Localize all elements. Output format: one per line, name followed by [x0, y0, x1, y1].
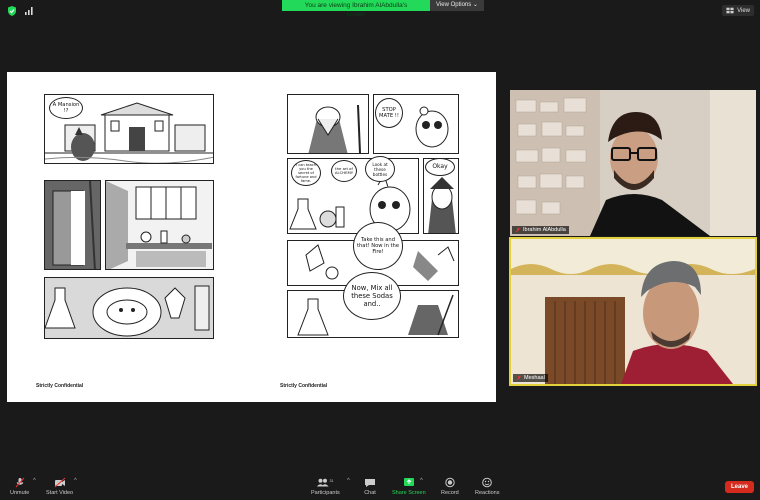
- svg-text:31: 31: [330, 479, 334, 483]
- participant-name: Meshaal: [524, 375, 545, 381]
- participant-name-tag: Ibrahim AlAbdulla: [512, 226, 569, 234]
- reactions-label: Reactions: [475, 490, 500, 496]
- audio-options-caret[interactable]: ^: [33, 478, 36, 484]
- speech-bubble-mansion: A Mansion !?: [49, 97, 83, 119]
- view-options-label: View Options: [436, 2, 472, 8]
- share-options-caret[interactable]: ^: [420, 478, 423, 484]
- view-options-button[interactable]: View Options ⌄: [430, 0, 484, 11]
- video-feed-ibrahim: [510, 90, 756, 236]
- speech-bubble-stop-mate: STOP MATE !!: [375, 98, 403, 128]
- lab-interior-illustration: [106, 181, 213, 269]
- participant-tile-meshaal[interactable]: Meshaal: [509, 237, 757, 386]
- speech-bubble-mix-sodas: Now, Mix all these Sodas and..: [343, 272, 401, 320]
- leave-meeting-button[interactable]: Leave: [724, 481, 754, 493]
- participants-button[interactable]: 31 Participants: [311, 477, 340, 496]
- shared-screen-document[interactable]: A Mansion !? Strictly Confidential STOP …: [7, 72, 496, 402]
- participant-name: Ibrahim AlAbdulla: [523, 227, 566, 233]
- reactions-button[interactable]: Reactions: [475, 477, 499, 496]
- speech-bubble-look: Look at these bottles: [365, 156, 395, 182]
- share-screen-icon: [403, 478, 414, 486]
- chat-icon: [365, 479, 375, 487]
- video-off-icon: [54, 477, 65, 488]
- muted-mic-icon: [15, 477, 24, 488]
- record-icon: [445, 477, 455, 488]
- zoom-meeting-window: You are viewing Ibrahim AlAbdulla's scre…: [0, 0, 760, 500]
- encryption-shield-icon[interactable]: [6, 4, 18, 16]
- participant-tile-ibrahim[interactable]: Ibrahim AlAbdulla: [510, 90, 756, 236]
- wizard-illustration: [288, 95, 368, 153]
- signal-stats-icon[interactable]: [23, 4, 35, 16]
- right-page-footer: Strictly Confidential: [280, 383, 328, 389]
- grid-view-icon: [726, 7, 734, 14]
- participant-name-tag: Meshaal: [513, 374, 548, 382]
- chat-button[interactable]: Chat: [364, 477, 376, 496]
- unmute-button[interactable]: Unmute: [10, 477, 29, 496]
- unmute-label: Unmute: [10, 490, 30, 496]
- start-video-button[interactable]: Start Video: [46, 477, 73, 496]
- speech-bubble-teach: I can teach you the secret of fortune an…: [291, 160, 321, 186]
- comic-panel-door: [44, 180, 101, 270]
- speech-bubble-art: the art of ALCHEMY: [331, 160, 357, 182]
- record-button[interactable]: Record: [441, 477, 459, 496]
- video-feed-meshaal: [511, 239, 755, 384]
- view-button[interactable]: View: [722, 5, 754, 16]
- speech-bubble-take-this: Take this and that! Now in the Fire!: [353, 222, 403, 270]
- muted-mic-icon: [516, 375, 522, 381]
- share-status-text: You are viewing Ibrahim AlAbdulla's scre…: [282, 0, 430, 18]
- share-screen-label: Share Screen: [392, 490, 426, 496]
- screen-share-banner: You are viewing Ibrahim AlAbdulla's scre…: [282, 0, 484, 18]
- comic-panel-lab-interior: [105, 180, 214, 270]
- top-left-status: [6, 4, 35, 16]
- left-page-footer: Strictly Confidential: [36, 383, 84, 389]
- view-button-label: View: [737, 7, 750, 14]
- fishbowl-illustration: [45, 278, 213, 338]
- chat-label: Chat: [364, 490, 376, 496]
- reactions-smiley-icon: [482, 477, 493, 488]
- participants-label: Participants: [311, 490, 340, 496]
- participants-icon: 31: [317, 478, 334, 487]
- speech-bubble-okay: Okay: [425, 158, 455, 176]
- comic-panel-wizard: [287, 94, 369, 154]
- video-options-caret[interactable]: ^: [74, 478, 77, 484]
- comic-panel-fishbowl: [44, 277, 214, 339]
- muted-mic-icon: [515, 227, 521, 233]
- participants-options-caret[interactable]: ^: [347, 478, 350, 484]
- record-label: Record: [441, 490, 459, 496]
- start-video-label: Start Video: [46, 490, 74, 496]
- chevron-down-icon: ⌄: [472, 2, 478, 8]
- door-illustration: [45, 181, 100, 269]
- meeting-toolbar: Unmute ^ Start Video ^ 31 Participants ^…: [0, 474, 760, 500]
